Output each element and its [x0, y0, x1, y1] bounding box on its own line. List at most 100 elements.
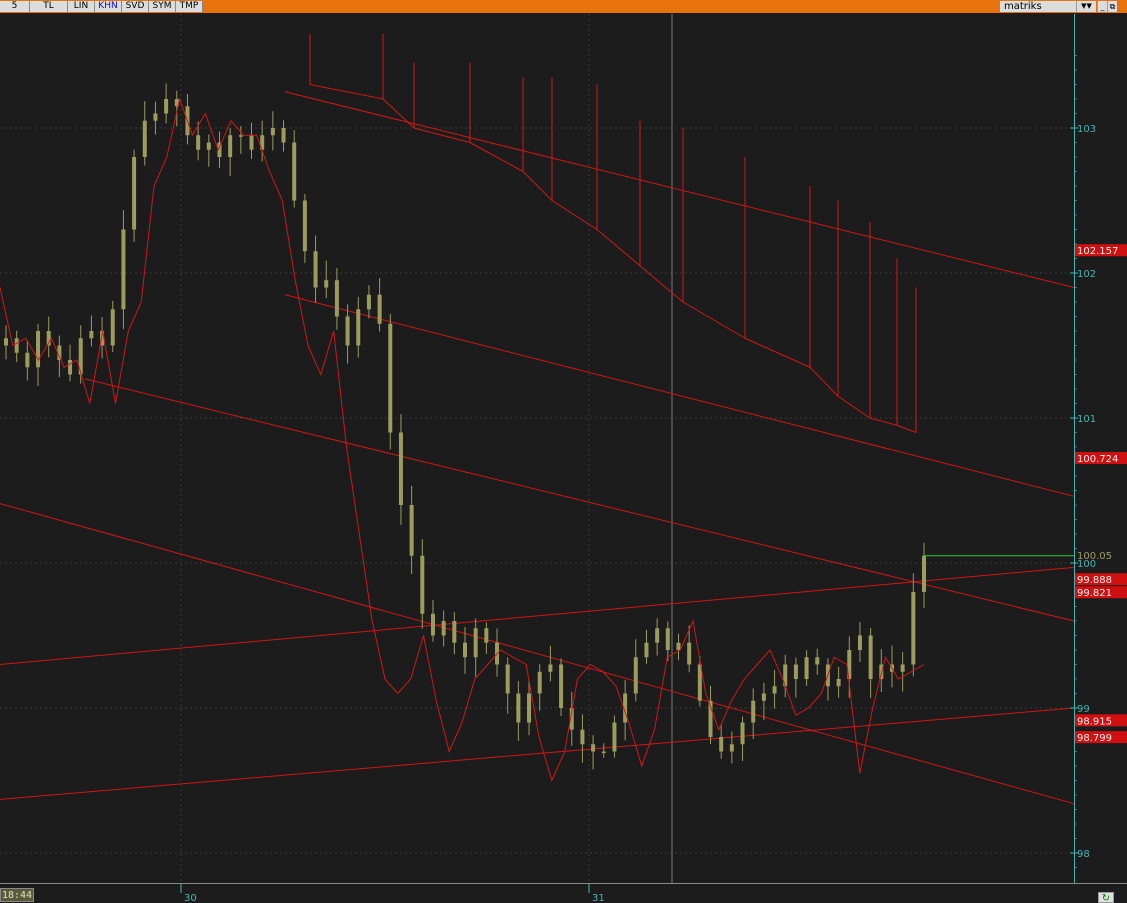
- candle-body: [922, 555, 926, 592]
- tail-segment: [837, 395, 871, 419]
- level-badge-label: 102.157: [1077, 246, 1118, 257]
- candle-body: [655, 628, 660, 643]
- candle-body: [409, 505, 414, 556]
- toolbar-button-5[interactable]: 5: [0, 1, 30, 12]
- toolbar-button-tl[interactable]: TL: [30, 1, 68, 12]
- candle-body: [836, 679, 841, 687]
- tail-segment: [896, 424, 917, 433]
- candle-body: [815, 657, 820, 665]
- candle-body: [719, 737, 724, 752]
- candle-body: [334, 280, 339, 317]
- tail-segment: [639, 265, 684, 303]
- toolbar-button-sym[interactable]: SYM: [149, 1, 176, 12]
- time-tick-label: 30: [184, 893, 197, 903]
- candle-body: [452, 621, 457, 643]
- candle-body: [121, 229, 126, 310]
- candle-body: [591, 744, 596, 752]
- candle-body: [633, 657, 638, 694]
- candle-body: [302, 200, 307, 252]
- candle-body: [900, 664, 905, 672]
- level-badge-label: 98.799: [1077, 733, 1112, 744]
- candle-body: [868, 635, 873, 679]
- candle-body: [366, 294, 371, 310]
- candle-body: [516, 693, 521, 723]
- candle-body: [463, 642, 467, 658]
- level-badge-label: 99.821: [1077, 588, 1112, 599]
- time-readout: 18:44: [0, 888, 34, 902]
- toolbar-button-tmp[interactable]: TMP: [176, 1, 203, 12]
- candle-body: [356, 309, 361, 346]
- toolbar-button-svd[interactable]: SVD: [122, 1, 149, 12]
- minimize-icon[interactable]: _: [1097, 1, 1107, 12]
- price-tick-label: 102: [1077, 269, 1096, 280]
- candle-body: [14, 338, 19, 353]
- level-badge-label: 100.724: [1077, 454, 1118, 465]
- indicator-tail: [309, 33, 917, 433]
- tail-segment: [744, 337, 811, 368]
- time-tick-label: 31: [592, 893, 605, 903]
- candle-body: [377, 294, 382, 324]
- candle-body: [313, 251, 318, 288]
- candle-body: [676, 642, 681, 650]
- price-candles: [4, 83, 926, 770]
- candle-body: [164, 99, 169, 114]
- candle-body: [206, 142, 211, 150]
- level-badge-label: 98.915: [1077, 716, 1112, 727]
- candle-body: [612, 722, 617, 752]
- candle-body: [527, 693, 532, 723]
- candle-body: [270, 128, 275, 136]
- dropdown-arrows-icon[interactable]: ▼▼: [1076, 1, 1096, 12]
- price-tick-label: 98: [1077, 849, 1090, 860]
- candle-body: [132, 157, 137, 230]
- candle-body: [388, 323, 393, 433]
- candle-body: [857, 635, 862, 650]
- candle-body: [68, 360, 73, 375]
- refresh-icon[interactable]: ↻: [1098, 892, 1114, 903]
- tail-segment: [522, 171, 553, 201]
- candle-body: [740, 722, 745, 745]
- price-tick-label: 101: [1077, 414, 1096, 425]
- channel-lines: [0, 91, 1075, 805]
- candle-body: [505, 664, 510, 694]
- candle-body: [36, 331, 41, 368]
- candle-body: [281, 128, 286, 143]
- last-price-label: 100.05: [1077, 551, 1112, 562]
- candle-body: [911, 592, 916, 665]
- candle-body: [687, 642, 692, 665]
- price-tick-label: 103: [1077, 124, 1096, 135]
- candle-body: [324, 280, 329, 288]
- candle-body: [420, 555, 425, 614]
- candle-body: [804, 657, 809, 679]
- candle-body: [441, 621, 446, 636]
- candle-body: [665, 628, 670, 650]
- toolbar-button-lin[interactable]: LIN: [68, 1, 95, 12]
- toolbar-button-khn[interactable]: KHN: [95, 1, 122, 12]
- candle-body: [751, 700, 756, 723]
- candle-body: [644, 642, 649, 658]
- channel-line: [0, 707, 1075, 800]
- tail-segment: [869, 417, 898, 426]
- tail-segment: [382, 98, 415, 129]
- candle-body: [601, 751, 606, 753]
- candle-body: [559, 664, 564, 708]
- candle-body: [580, 729, 585, 745]
- tail-segment: [309, 84, 384, 100]
- candle-body: [238, 135, 243, 137]
- tail-segment: [551, 200, 598, 230]
- chart-plot[interactable]: 9899100101102103100.05102.157100.72499.8…: [0, 0, 1127, 903]
- price-tick-label: 99: [1077, 704, 1090, 715]
- candle-body: [25, 352, 30, 368]
- candle-body: [110, 309, 115, 346]
- toolbar: 5 TL LIN KHN SVD SYM TMP matriks ▼▼ _ ⧉: [0, 0, 1127, 13]
- candle-body: [249, 135, 254, 150]
- candle-body: [548, 664, 553, 672]
- candle-body: [228, 135, 233, 157]
- restore-icon[interactable]: ⧉: [1107, 1, 1117, 12]
- candle-body: [430, 613, 435, 636]
- candle-body: [729, 744, 734, 752]
- candle-body: [398, 432, 403, 505]
- candle-body: [292, 142, 297, 201]
- candle-body: [761, 693, 766, 701]
- grid-layer: [0, 14, 1074, 883]
- candle-body: [345, 316, 350, 346]
